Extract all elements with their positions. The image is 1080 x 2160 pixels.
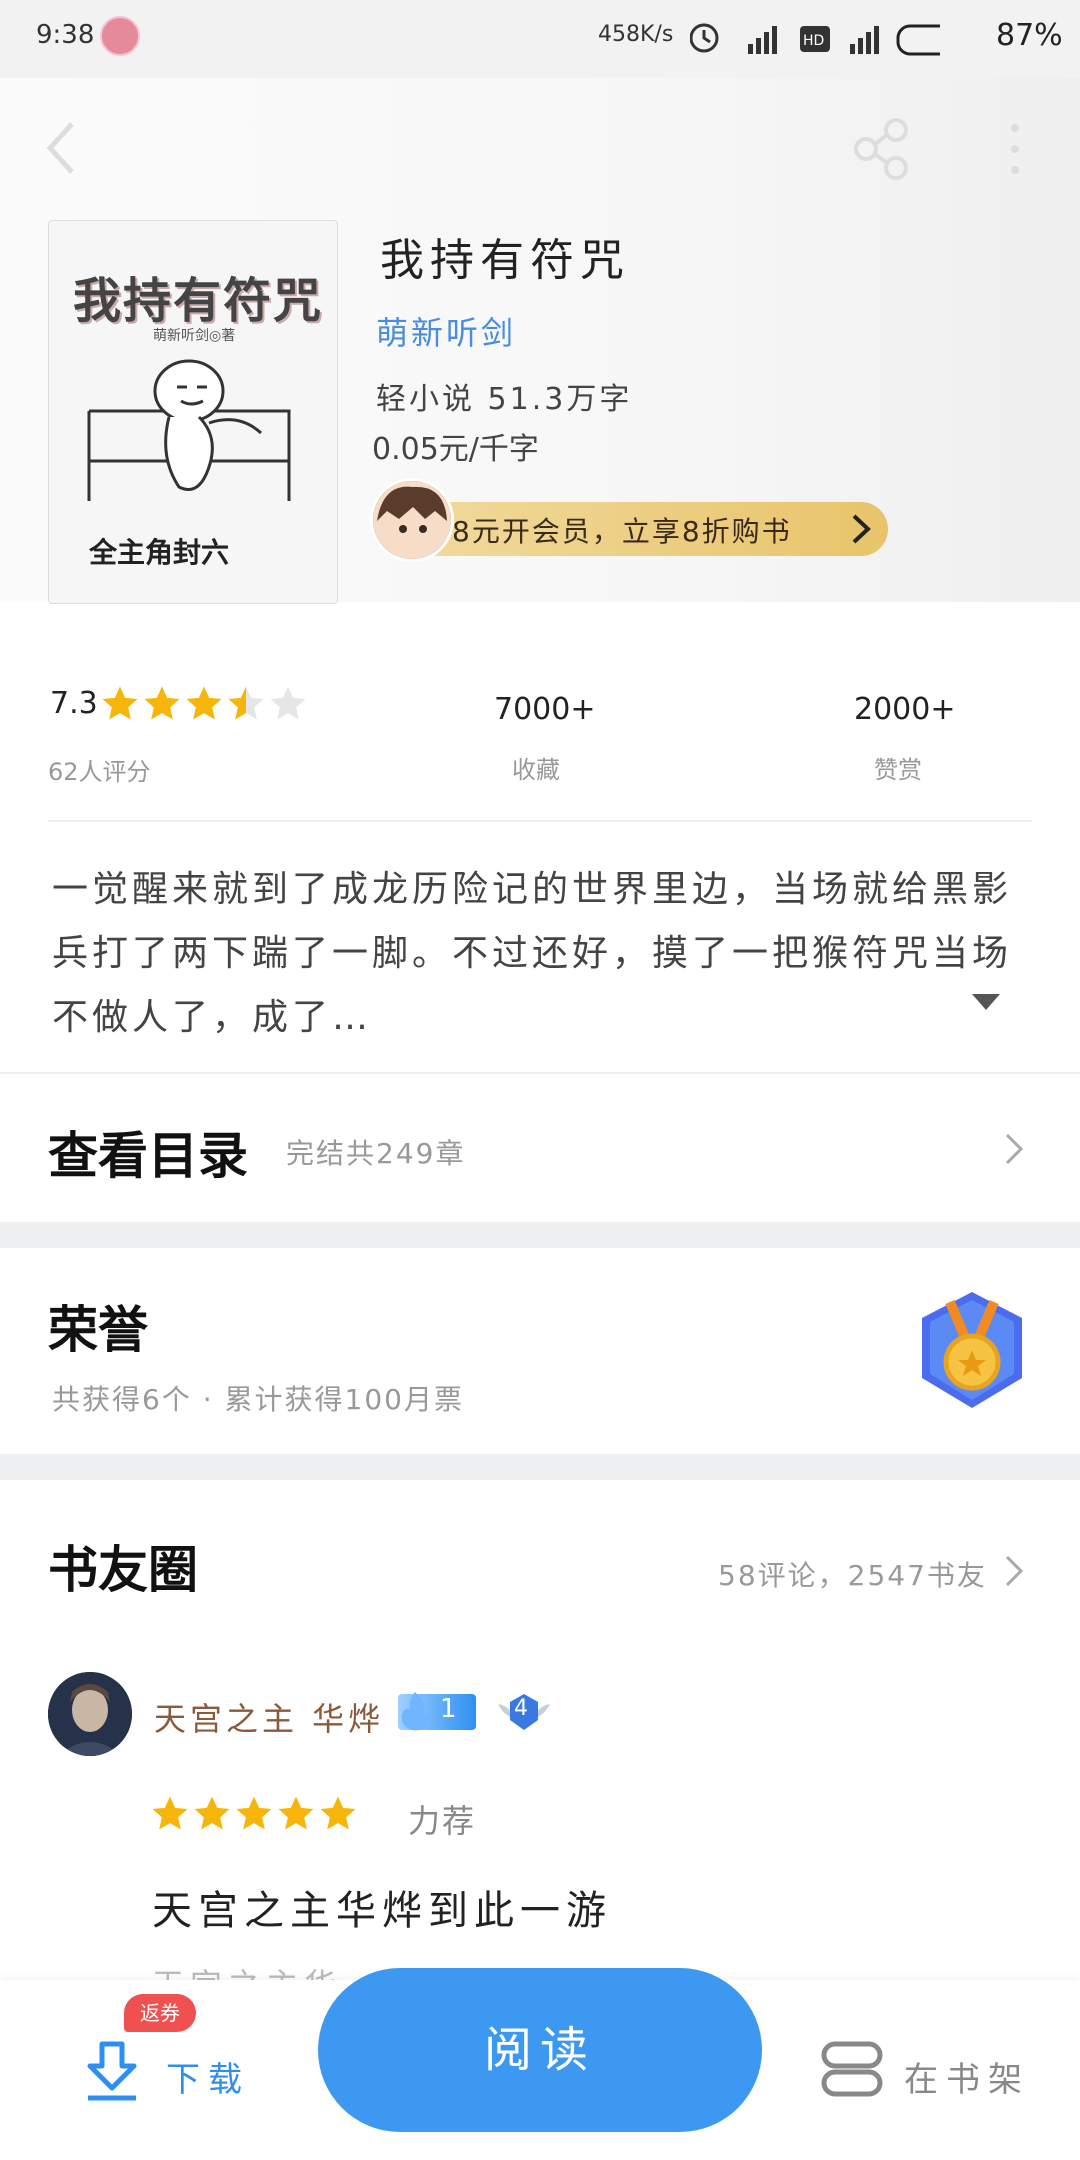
star-icon: [270, 686, 306, 720]
status-signal-icons: HD: [690, 23, 940, 56]
star-icon: [194, 1796, 230, 1830]
book-title: 我持有符咒: [380, 235, 630, 286]
more-icon[interactable]: [1000, 116, 1030, 182]
favorites-label: 收藏: [512, 756, 560, 784]
book-category-words: 轻小说 51.3万字: [376, 382, 633, 417]
vip-promo-text: 8元开会员，立享8折购书: [452, 515, 792, 548]
section-separator: [0, 1454, 1080, 1480]
coupon-badge: 返券: [124, 1994, 196, 2032]
vip-avatar: [370, 478, 454, 562]
medal-icon[interactable]: [914, 1288, 1030, 1412]
post-rating-stars: [150, 1794, 360, 1834]
rewards-label: 赞赏: [874, 756, 922, 784]
book-author-link[interactable]: 萌新听剑: [376, 308, 516, 354]
circle-title[interactable]: 书友圈: [48, 1530, 198, 1602]
svg-text:HD: HD: [803, 33, 824, 49]
star-icon: [320, 1796, 356, 1830]
star-icon: [102, 686, 138, 720]
back-arrow-icon[interactable]: [42, 118, 82, 178]
expand-down-icon[interactable]: [972, 994, 1000, 1012]
post-rating-tag: 力荐: [408, 1802, 477, 1840]
user-name[interactable]: 天宫之主 华烨: [154, 1694, 384, 1740]
divider: [0, 1072, 1080, 1074]
status-battery: 87%: [996, 18, 1063, 53]
read-button[interactable]: 阅读: [318, 1968, 762, 2132]
star-icon: [278, 1796, 314, 1830]
honor-subtitle: 共获得6个 · 累计获得100月票: [52, 1383, 464, 1416]
star-icon: [228, 686, 264, 720]
cover-title: 我持有符咒: [73, 273, 324, 329]
rewards-count: 2000+: [854, 692, 956, 727]
toc-title[interactable]: 查看目录: [48, 1116, 248, 1188]
book-cover[interactable]: 我持有符咒 萌新听剑◎著 全主角封六: [48, 220, 338, 604]
favorites-count: 7000+: [494, 692, 596, 727]
status-avatar-icon: [100, 16, 140, 56]
download-label[interactable]: 下载: [166, 2052, 250, 2101]
cover-author: 萌新听剑◎著: [153, 328, 236, 344]
chevron-right-icon[interactable]: [1004, 1132, 1024, 1166]
rating-count: 62人评分: [48, 758, 151, 786]
rating-stars: [100, 684, 310, 724]
circle-meta: 58评论，2547书友: [718, 1559, 987, 1592]
bookshelf-icon[interactable]: [820, 2040, 884, 2098]
chevron-right-icon: [852, 514, 871, 544]
shelf-label[interactable]: 在书架: [904, 2052, 1030, 2101]
book-description[interactable]: 一觉醒来就到了成龙历险记的世界里边，当场就给黑影兵打了两下踹了一脚。不过还好，摸…: [52, 858, 1032, 1050]
post-title[interactable]: 天宫之主华烨到此一游: [152, 1878, 612, 1936]
status-time: 9:38: [36, 20, 95, 50]
star-icon: [152, 1796, 188, 1830]
cover-footer: 全主角封六: [89, 536, 230, 569]
user-avatar[interactable]: [48, 1672, 132, 1756]
star-icon: [144, 686, 180, 720]
section-separator: [0, 1222, 1080, 1248]
divider: [48, 820, 1032, 822]
rating-score: 7.3: [50, 686, 98, 721]
status-net-speed: 458K/s: [598, 22, 674, 47]
vip-wing-badge-value: 4: [514, 1696, 528, 1721]
star-icon: [236, 1796, 272, 1830]
flame-icon: [401, 1692, 430, 1731]
honor-title[interactable]: 荣誉: [48, 1290, 148, 1362]
download-icon[interactable]: [84, 2040, 140, 2104]
toc-subtitle: 完结共249章: [286, 1137, 466, 1170]
chevron-right-icon[interactable]: [1004, 1554, 1024, 1588]
star-icon: [186, 686, 222, 720]
book-price: 0.05元/千字: [372, 432, 539, 467]
fan-level-value: 1: [440, 1694, 457, 1724]
cover-illustration: [87, 359, 291, 501]
share-icon[interactable]: [850, 116, 916, 182]
